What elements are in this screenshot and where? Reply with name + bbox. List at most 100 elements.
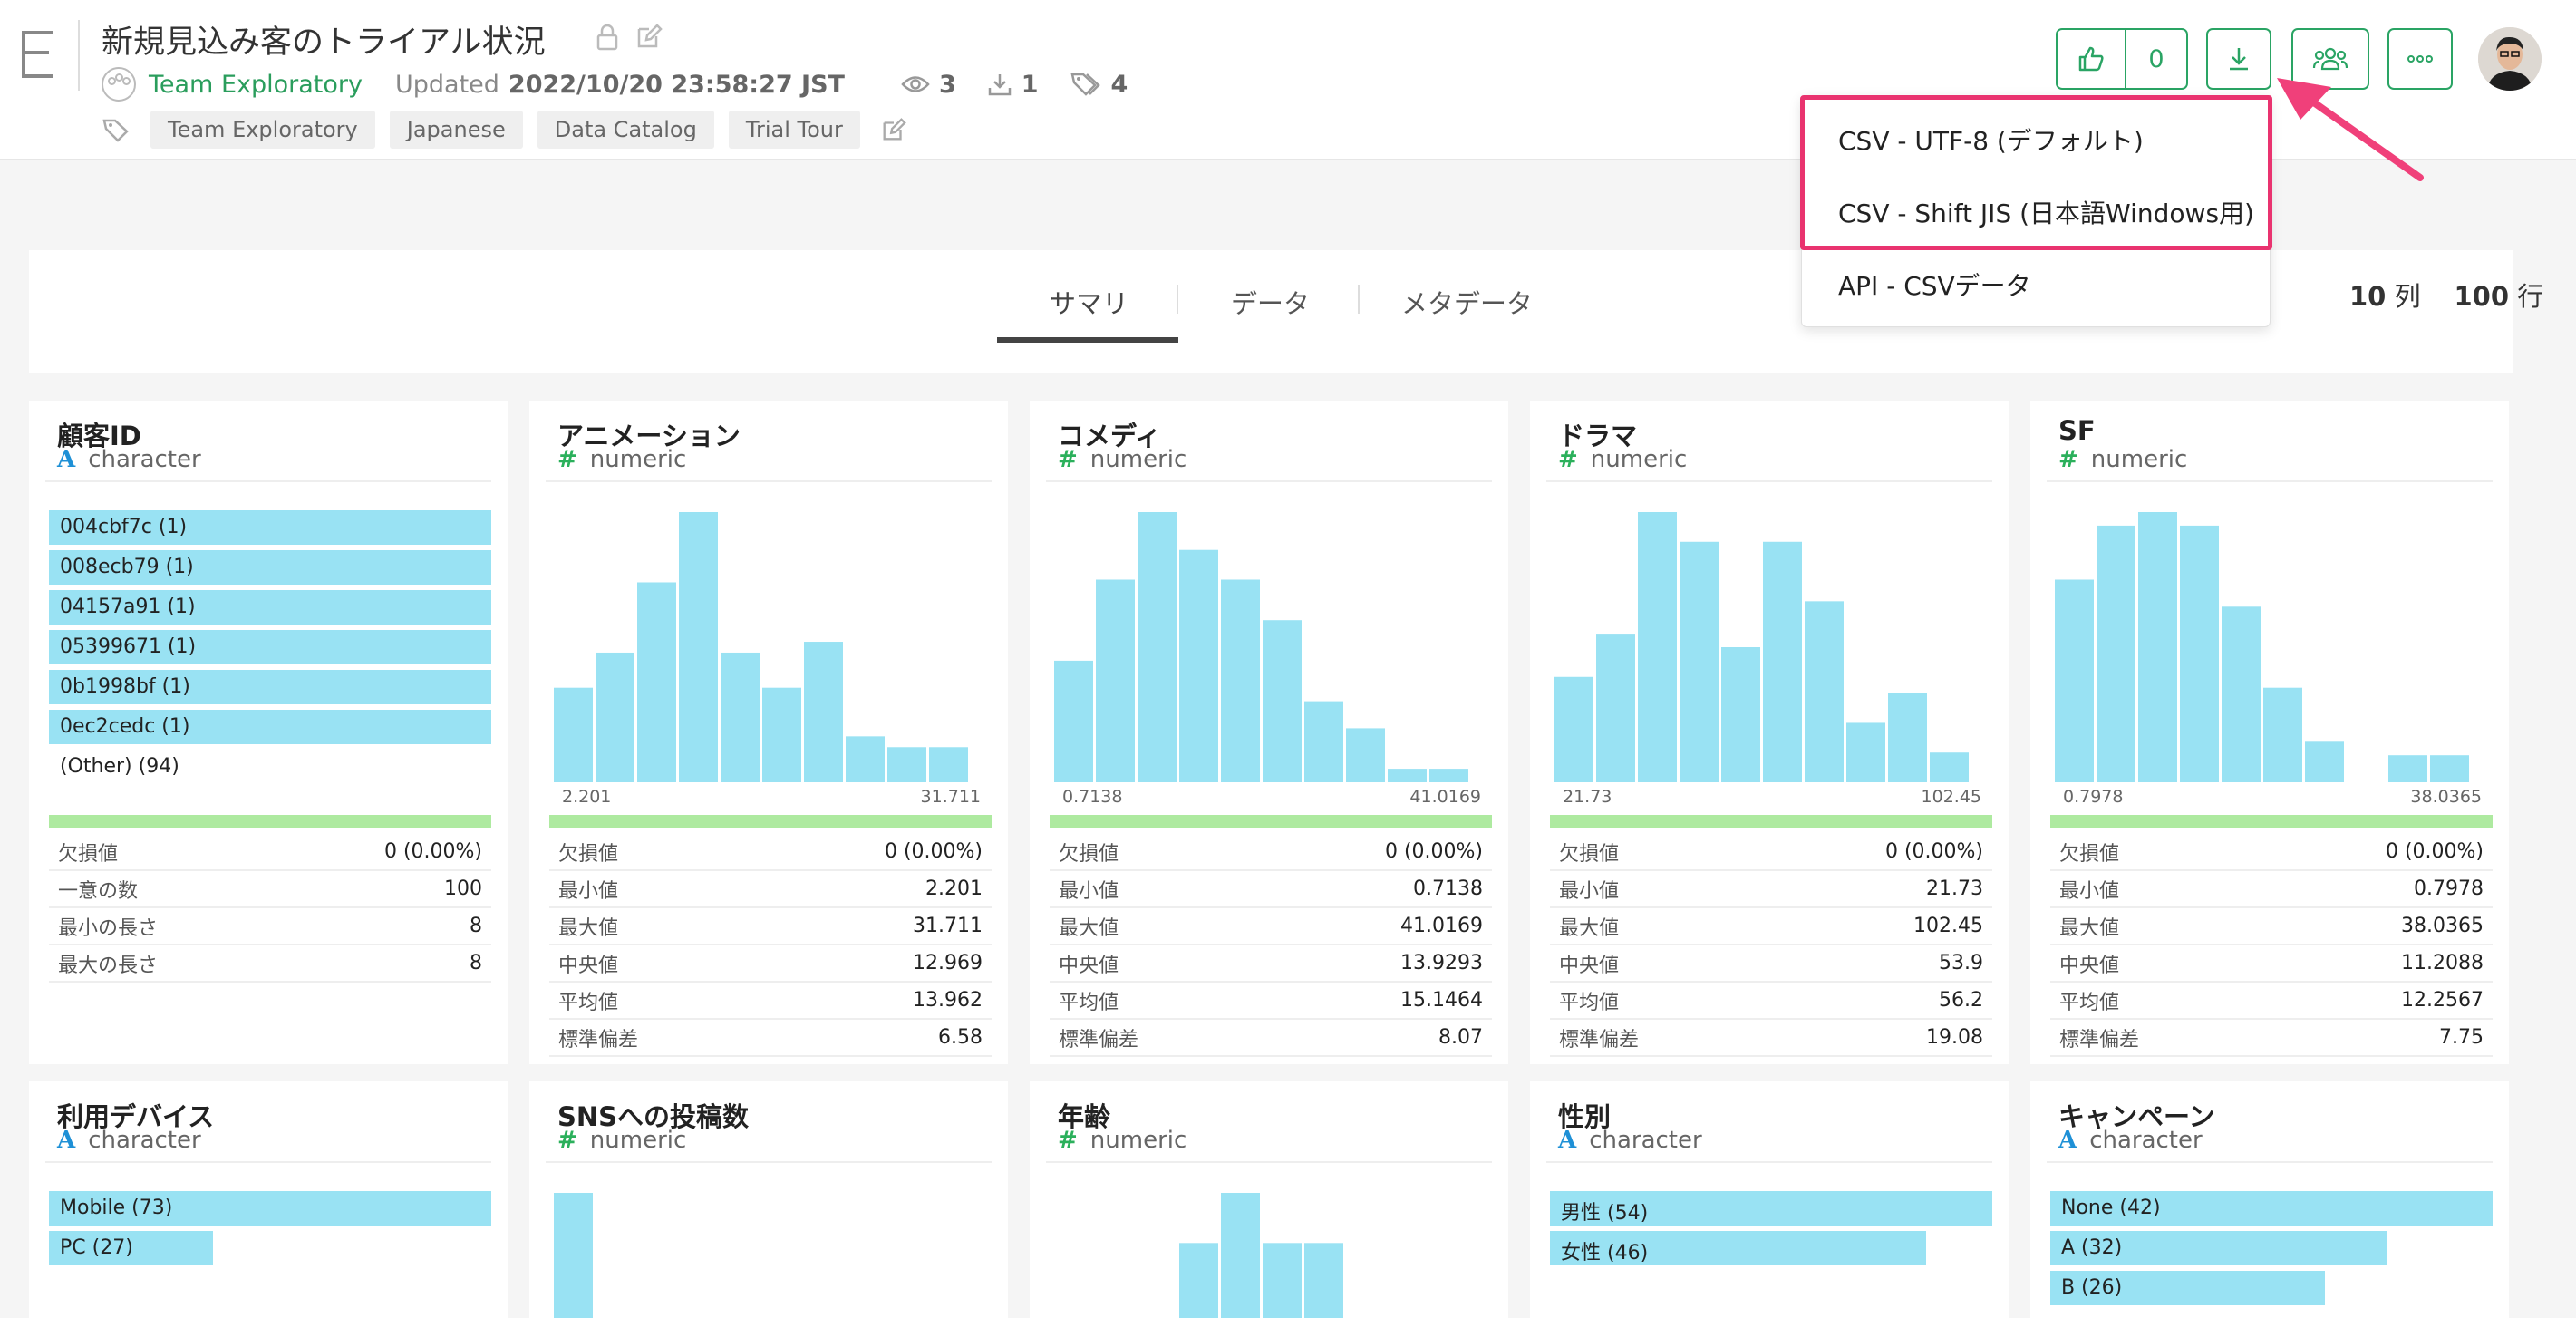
histogram-max-label: 102.45 [1921, 787, 1981, 807]
edit-tags-icon[interactable] [880, 116, 907, 143]
histogram-bar[interactable] [1138, 512, 1177, 782]
histogram-bar[interactable] [554, 1193, 593, 1318]
column-type: Acharacter [57, 446, 201, 473]
tag-chip[interactable]: Japanese [389, 111, 523, 149]
column-summary-card: コメディ # numeric 0.7138 41.0169 欠損値 0 (0.00%) 最小値… [1030, 401, 1508, 1064]
eye-icon [901, 76, 930, 92]
tag-icon [1070, 73, 1100, 96]
stat-value: 12.969 [913, 952, 983, 974]
histogram-bar[interactable] [1096, 579, 1135, 783]
histogram-bar[interactable] [2388, 755, 2427, 782]
tab-metadata[interactable]: メタデータ [1401, 283, 1533, 321]
data-quality-bar [2050, 815, 2493, 828]
annotation-arrow [2277, 78, 2424, 181]
divider [78, 20, 80, 91]
stats-row: 最小値 21.73 [1550, 871, 1992, 908]
tag-chip[interactable]: Data Catalog [537, 111, 714, 149]
stats-row: 欠損値 0 (0.00%) [49, 834, 491, 871]
histogram-bar[interactable] [2055, 579, 2094, 783]
stats-row: 一意の数 100 [49, 871, 491, 908]
histogram-bar[interactable] [1263, 620, 1302, 782]
histogram-bar[interactable] [1721, 647, 1760, 782]
column-summary-card: 顧客ID Acharacter 004cbf7c (1) 008ecb79 (1) 04… [29, 401, 508, 1064]
histogram-bar[interactable] [1680, 541, 1719, 782]
lock-icon[interactable] [595, 24, 620, 54]
stat-value: 12.2567 [2401, 989, 2484, 1012]
histogram-bar[interactable] [721, 652, 760, 782]
histogram-bar[interactable] [679, 512, 718, 782]
histogram-bar[interactable] [1179, 549, 1218, 782]
page-title: 新規見込み客のトライアル状況 [102, 24, 546, 61]
stat-value: 53.9 [1939, 952, 1983, 974]
histogram-bar[interactable] [804, 642, 843, 782]
histogram-bar[interactable] [2263, 687, 2302, 782]
histogram-bar[interactable] [1930, 752, 1969, 782]
histogram-bar[interactable] [1221, 579, 1260, 783]
histogram-bar[interactable] [1638, 512, 1677, 782]
histogram-bar[interactable] [554, 687, 593, 782]
histogram-bar[interactable] [1805, 601, 1844, 782]
column-type-label: numeric [589, 1127, 687, 1154]
download-csv-utf8[interactable]: CSV - UTF-8 (デフォルト) [1838, 121, 2144, 158]
column-summary-card: 年齢 # numeric [1030, 1081, 1508, 1318]
histogram-bar[interactable] [762, 687, 801, 782]
histogram-bar[interactable] [1763, 541, 1802, 782]
stats-row: 最大の長さ 8 [49, 945, 491, 983]
download-button[interactable] [2206, 28, 2271, 90]
histogram-bar[interactable] [2097, 525, 2135, 782]
stat-value: 2.201 [925, 877, 983, 900]
stats-table: 欠損値 0 (0.00%) 最小値 2.201 最大値 31.711 中央値 12.969 平均… [549, 834, 992, 1057]
histogram-bar[interactable] [1179, 1243, 1218, 1318]
like-button[interactable]: 0 [2056, 28, 2188, 90]
histogram-bar[interactable] [2222, 606, 2261, 782]
column-name[interactable]: SF [2058, 415, 2096, 446]
stat-value: 8 [470, 952, 482, 974]
team-link[interactable]: Team Exploratory [149, 71, 363, 99]
app-logo[interactable] [22, 31, 53, 78]
data-quality-bar [1550, 815, 1992, 828]
stat-name: 中央値 [1059, 954, 1119, 977]
histogram-bar[interactable] [1304, 701, 1343, 782]
histogram-bar[interactable] [1554, 676, 1593, 782]
tab-summary[interactable]: サマリ [1050, 283, 1128, 321]
stat-value: 13.962 [913, 989, 983, 1012]
histogram-bar[interactable] [1346, 728, 1385, 782]
tab-data[interactable]: データ [1231, 283, 1310, 321]
histogram-bar[interactable] [2180, 525, 2219, 782]
category-label: 0b1998bf (1) [60, 675, 190, 698]
histogram-bar[interactable] [2430, 755, 2469, 782]
download-csv-shift-jis[interactable]: CSV - Shift JIS (日本語Windows用) [1838, 194, 2254, 230]
histogram-bar[interactable] [637, 582, 676, 782]
menu-divider [1802, 247, 2270, 248]
numeric-type-icon: # [1558, 446, 1578, 473]
data-quality-bar [549, 815, 992, 828]
histogram-bar[interactable] [846, 736, 885, 782]
stat-name: 欠損値 [2059, 842, 2120, 866]
tag-chip[interactable]: Team Exploratory [150, 111, 375, 149]
histogram-bar[interactable] [596, 652, 634, 782]
download-api-csv[interactable]: API - CSVデータ [1838, 267, 2031, 303]
tag-chip[interactable]: Trial Tour [728, 111, 860, 149]
histogram-max-label: 31.711 [920, 787, 981, 807]
histogram-bar[interactable] [1388, 769, 1427, 782]
histogram-bar[interactable] [1304, 1243, 1343, 1318]
histogram-bar[interactable] [2138, 512, 2177, 782]
histogram-bar[interactable] [2305, 741, 2344, 782]
user-avatar[interactable] [2478, 27, 2542, 91]
histogram-bar[interactable] [1596, 634, 1635, 782]
character-type-icon: A [57, 1127, 76, 1154]
numeric-type-icon: # [1058, 446, 1078, 473]
histogram-bar[interactable] [1429, 769, 1468, 782]
histogram-bar[interactable] [887, 747, 926, 782]
histogram-bar[interactable] [1263, 1243, 1302, 1318]
stats-row: 中央値 13.9293 [1050, 945, 1492, 983]
histogram-bar[interactable] [1054, 660, 1093, 782]
stat-name: 欠損値 [1559, 842, 1620, 866]
histogram-bar[interactable] [1221, 1193, 1260, 1318]
category-label: (Other) (94) [60, 755, 179, 778]
histogram-bar[interactable] [1888, 693, 1927, 782]
histogram-bar[interactable] [929, 747, 968, 782]
edit-title-icon[interactable] [634, 22, 663, 54]
histogram-bar[interactable] [1846, 722, 1885, 782]
column-type-label: character [88, 1127, 201, 1154]
